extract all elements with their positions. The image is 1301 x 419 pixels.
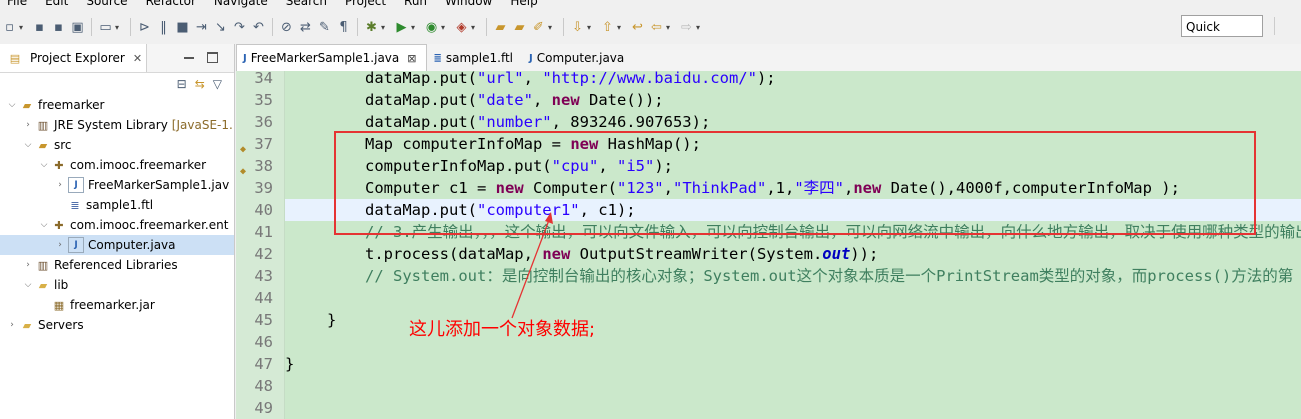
annotation-text: 这儿添加一个对象数据; — [409, 319, 596, 340]
annotation-arrow — [511, 212, 553, 319]
